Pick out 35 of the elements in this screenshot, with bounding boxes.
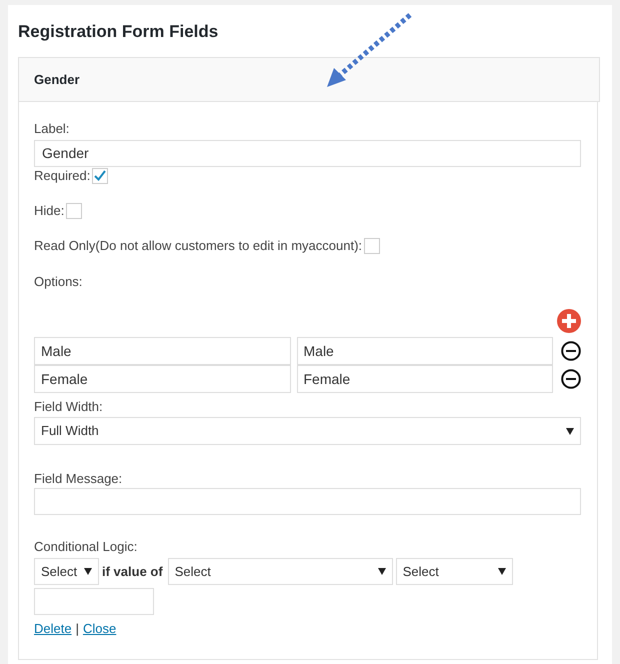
field-label: Label:	[34, 120, 70, 138]
input-field[interactable]: Female	[296, 365, 553, 393]
input-field[interactable]	[34, 588, 154, 615]
input-field[interactable]: Gender	[34, 140, 581, 167]
link-separator: |	[76, 620, 79, 638]
close-link[interactable]: Close	[82, 619, 116, 638]
action-select[interactable]: Select	[34, 558, 99, 585]
checkbox[interactable]	[92, 168, 108, 184]
caret-icon	[378, 568, 386, 575]
input-field[interactable]: Female	[34, 365, 290, 393]
field-label: Field Width:	[34, 398, 104, 414]
caret-icon	[566, 428, 574, 434]
input-field[interactable]: Male	[34, 337, 290, 365]
field-width-select[interactable]: Full Width	[34, 417, 581, 445]
caret-icon	[84, 568, 92, 575]
section-label: Options:	[34, 273, 84, 289]
checkbox[interactable]	[66, 202, 82, 218]
accordion-header[interactable]: Gender	[18, 57, 600, 102]
delete-link[interactable]: Delete	[34, 619, 72, 638]
field-label: Conditional Logic:	[34, 538, 138, 554]
input-field[interactable]: Male	[296, 337, 553, 365]
checkbox-label: Required:	[34, 166, 90, 185]
add-option-icon[interactable]	[557, 309, 581, 333]
operator-select[interactable]: Select	[396, 558, 513, 585]
remove-option-icon[interactable]	[561, 341, 581, 361]
section-title: Registration Form Fields	[18, 21, 220, 43]
caret-icon	[498, 568, 506, 575]
field-label: Field Message:	[34, 470, 124, 486]
field-select[interactable]: Select	[168, 558, 393, 585]
checkbox-label: Read Only(Do not allow customers to edit in myaccount):	[34, 236, 362, 255]
connector-label: if value of	[102, 562, 163, 581]
checkbox-label: Hide:	[34, 202, 64, 220]
checkbox[interactable]	[364, 238, 380, 254]
remove-option-icon[interactable]	[561, 369, 581, 389]
input-field[interactable]	[34, 488, 581, 515]
